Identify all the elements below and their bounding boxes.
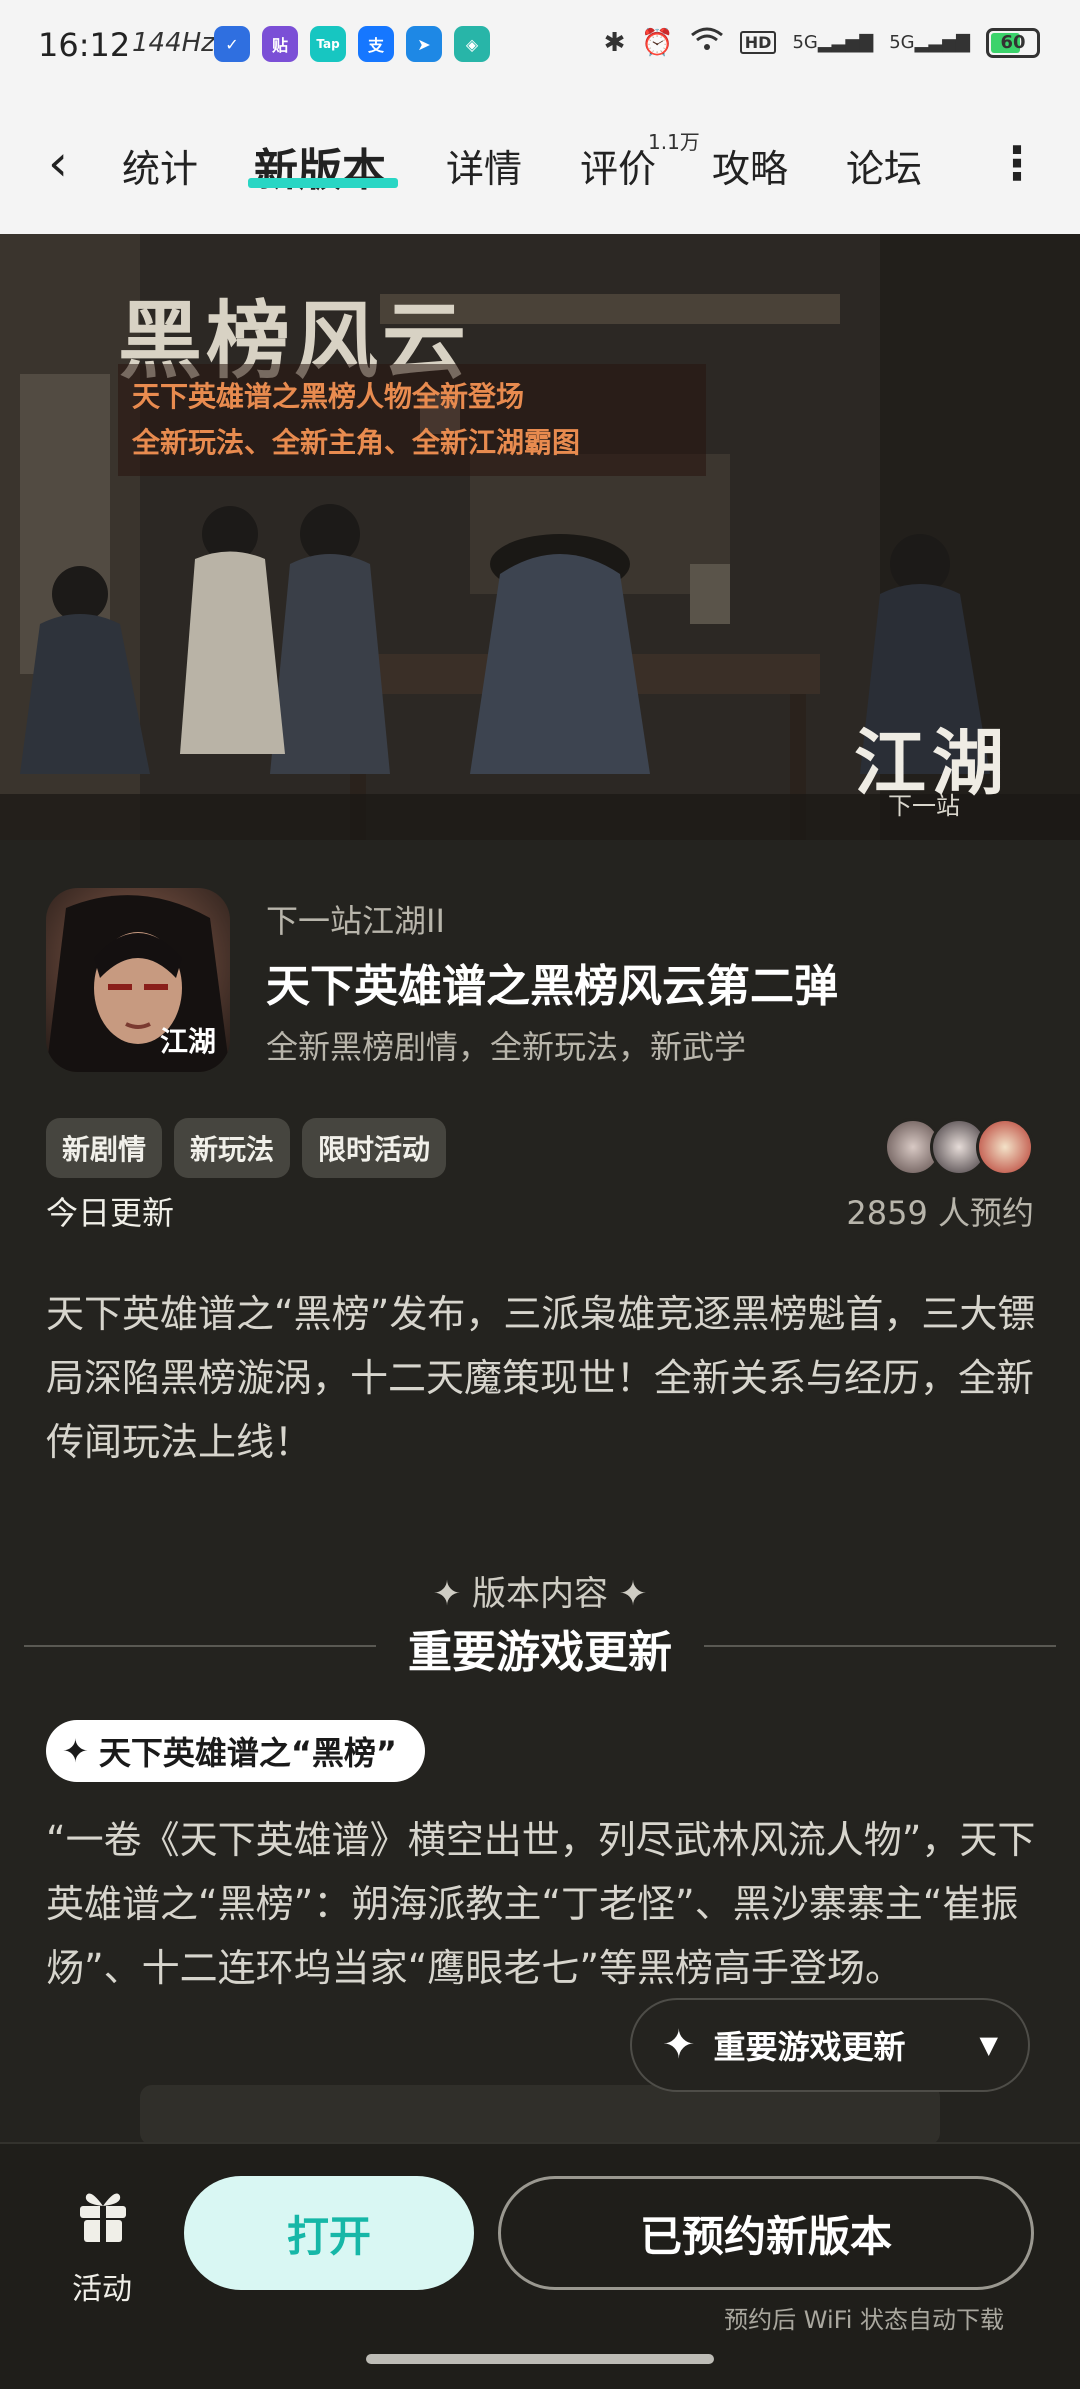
divider bbox=[704, 1645, 1056, 1647]
signal-icon-1: 5G▂▃▅▇ bbox=[792, 32, 874, 53]
game-icon[interactable]: 江湖 bbox=[46, 888, 230, 1072]
back-arrow-icon[interactable]: ‹ bbox=[48, 138, 68, 188]
status-time: 16:12 bbox=[38, 26, 131, 64]
game-logo-sub: 下一站 bbox=[888, 792, 960, 820]
bottom-action-bar: 活动 打开 已预约新版本 预约后 WiFi 状态自动下载 bbox=[0, 2142, 1080, 2389]
refresh-rate: 144Hz bbox=[132, 28, 215, 58]
hero-banner[interactable]: 黑榜风云 天下英雄谱之黑榜人物全新登场 全新玩法、全新主角、全新江湖霸图 江湖 … bbox=[0, 234, 1080, 840]
section-kicker: ✦ 版本内容 ✦ bbox=[432, 1574, 648, 1614]
download-hint: 预约后 WiFi 状态自动下载 bbox=[724, 2306, 1004, 2334]
open-button[interactable]: 打开 bbox=[184, 2176, 474, 2290]
reservation-count: 2859 人预约 bbox=[846, 1194, 1034, 1232]
signal-icon-2: 5G▂▃▅▇ bbox=[889, 32, 970, 53]
reserved-version-button[interactable]: 已预约新版本 bbox=[498, 2176, 1034, 2290]
home-indicator[interactable] bbox=[366, 2354, 714, 2364]
feature-body: “一卷《天下英雄谱》横空出世，列尽武林风流人物”，天下英雄谱之“黑榜”：朔海派教… bbox=[46, 1818, 1036, 1990]
active-tab-indicator bbox=[248, 178, 398, 188]
update-status: 今日更新 bbox=[46, 1194, 175, 1232]
more-menu-icon[interactable]: ⋮ bbox=[994, 136, 1040, 190]
review-count-badge: 1.1万 bbox=[648, 130, 700, 154]
tab-stats[interactable]: 统计 bbox=[122, 138, 198, 193]
bluetooth-icon: ✱ bbox=[603, 27, 626, 58]
tab-details[interactable]: 详情 bbox=[446, 138, 522, 193]
shield-app-icon: ✓ bbox=[214, 26, 250, 62]
tab-new-version[interactable]: 新版本 bbox=[254, 134, 386, 198]
status-right: ✱ ⏰ HD 5G▂▃▅▇ 5G▂▃▅▇ 60 bbox=[604, 26, 1040, 59]
wifi-icon bbox=[690, 26, 724, 59]
hero-subtitle: 天下英雄谱之黑榜人物全新登场 全新玩法、全新主角、全新江湖霸图 bbox=[118, 364, 706, 476]
tab-guides[interactable]: 攻略 bbox=[712, 138, 788, 193]
taptap-app-icon: Tap bbox=[310, 26, 346, 62]
battery-icon: 60 bbox=[986, 27, 1040, 58]
tag-new-story: 新剧情 bbox=[46, 1118, 163, 1178]
section-title: 重要游戏更新 bbox=[408, 1627, 672, 1678]
top-nav: ‹ 统计 新版本 详情 评价 1.1万 攻略 论坛 ⋮ bbox=[0, 96, 1080, 234]
avatar bbox=[976, 1118, 1034, 1176]
activity-label[interactable]: 活动 bbox=[72, 2264, 132, 2308]
hero-subtitle-line1: 天下英雄谱之黑榜人物全新登场 bbox=[132, 380, 525, 413]
feature-pill-label: 天下英雄谱之“黑榜” bbox=[98, 1734, 397, 1772]
tag-new-gameplay: 新玩法 bbox=[174, 1118, 291, 1178]
alipay-app-icon: 支 bbox=[358, 26, 394, 62]
security-app-icon: ◈ bbox=[454, 26, 490, 62]
tag-list: 新剧情 新玩法 限时活动 bbox=[46, 1118, 447, 1178]
section-jump-button[interactable]: ✦ 重要游戏更新 ▼ bbox=[630, 1998, 1030, 2092]
status-bar: 16:12 144Hz ✓ 贴 Tap 支 ➤ ◈ ✱ ⏰ HD 5G▂▃▅▇ 5G▂▃▅… bbox=[0, 0, 1080, 96]
hero-subtitle-line2: 全新玩法、全新主角、全新江湖霸图 bbox=[132, 426, 581, 459]
version-summary: 天下英雄谱之“黑榜”发布，三派枭雄竞逐黑榜魁首，三大镖局深陷黑榜漩涡，十二天魔策… bbox=[46, 1292, 1036, 1464]
cursor-app-icon: ➤ bbox=[406, 26, 442, 62]
version-title: 天下英雄谱之黑榜风云第二弹 bbox=[266, 961, 838, 1012]
alarm-icon: ⏰ bbox=[641, 27, 674, 58]
version-description: 全新黑榜剧情，全新玩法，新武学 bbox=[266, 1028, 747, 1066]
game-icon-text: 江湖 bbox=[159, 1025, 216, 1058]
notification-icons: ✓ 贴 Tap 支 ➤ ◈ bbox=[214, 26, 490, 62]
sparkle-icon: ✦ bbox=[62, 1732, 89, 1770]
feature-pill: ✦ 天下英雄谱之“黑榜” bbox=[46, 1720, 425, 1782]
sparkle-icon: ✦ bbox=[662, 2022, 696, 2068]
chevron-down-icon: ▼ bbox=[979, 2031, 998, 2059]
content-image bbox=[140, 2085, 940, 2145]
tab-forum[interactable]: 论坛 bbox=[846, 138, 922, 193]
tie-app-icon: 贴 bbox=[262, 26, 298, 62]
tag-limited-event: 限时活动 bbox=[302, 1118, 447, 1178]
hd-icon: HD bbox=[739, 31, 777, 54]
gift-icon[interactable] bbox=[70, 2184, 136, 2248]
section-jump-label: 重要游戏更新 bbox=[713, 2028, 906, 2066]
game-name: 下一站江湖II bbox=[266, 902, 445, 940]
reservers-avatars bbox=[884, 1118, 1034, 1176]
tab-reviews[interactable]: 评价 bbox=[580, 138, 656, 193]
